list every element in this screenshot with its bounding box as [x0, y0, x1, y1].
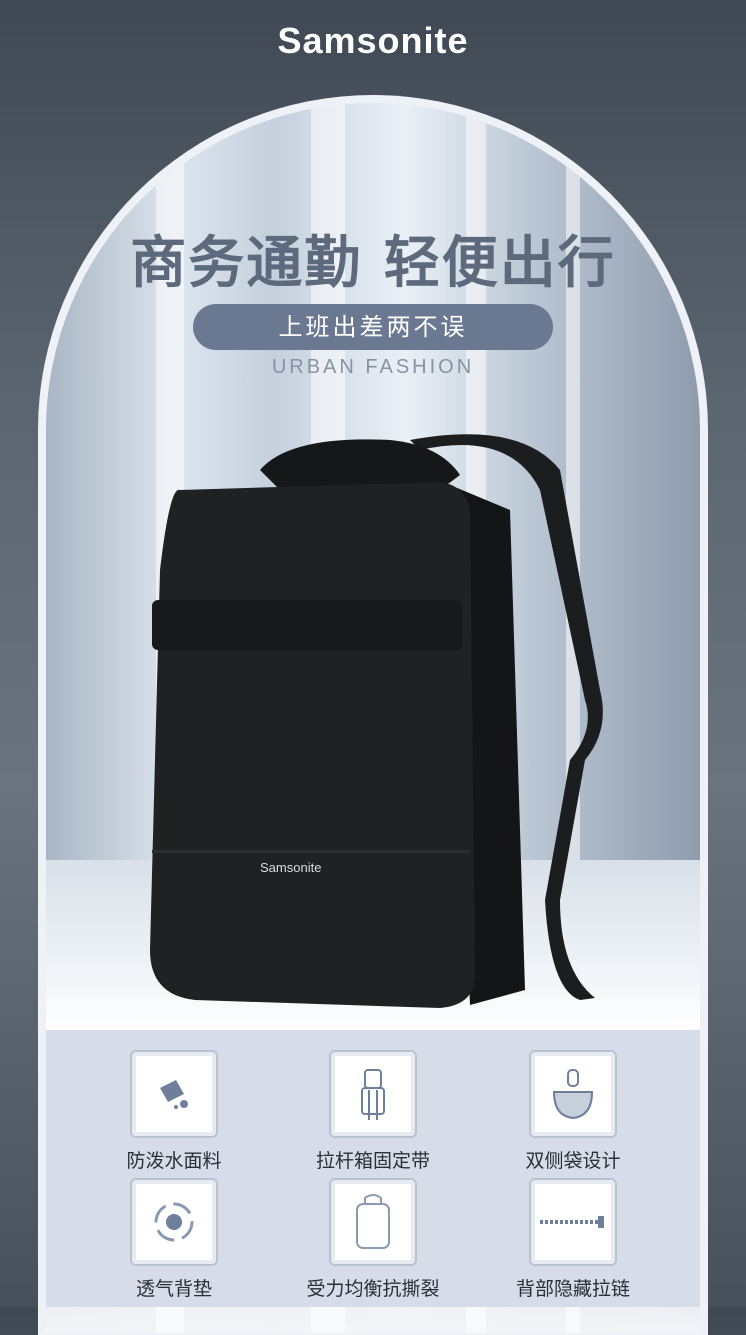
feature-item: 拉杆箱固定带: [273, 1050, 473, 1173]
feature-item: 透气背垫: [74, 1178, 274, 1301]
feature-item: 背部隐藏拉链: [473, 1178, 673, 1301]
luggage-trolley-icon: [329, 1050, 417, 1138]
feature-item: 双侧袋设计: [473, 1050, 673, 1173]
feature-item: 防泼水面料: [74, 1050, 274, 1173]
backpack-outline-icon: [329, 1178, 417, 1266]
feature-label: 防泼水面料: [126, 1150, 222, 1172]
feature-label: 透气背垫: [135, 1278, 212, 1300]
feature-item: 受力均衡抗撕裂: [273, 1178, 473, 1301]
feature-label: 受力均衡抗撕裂: [306, 1278, 440, 1300]
water-splash-icon: [130, 1050, 218, 1138]
zipper-icon: [529, 1178, 617, 1266]
headline: 商务通勤 轻便出行: [130, 231, 616, 296]
feature-label: 背部隐藏拉链: [515, 1278, 630, 1300]
tagline-pill: 上班出差两不误: [193, 304, 553, 350]
feature-label: 双侧袋设计: [525, 1150, 621, 1172]
side-pocket-icon: [529, 1050, 617, 1138]
airflow-icon: [130, 1178, 218, 1266]
backpack-image: Samsonite: [150, 434, 603, 1008]
feature-label: 拉杆箱固定带: [315, 1150, 430, 1172]
brand-logo: Samsonite: [277, 20, 469, 61]
bag-logo: Samsonite: [260, 860, 321, 875]
english-subtitle: URBAN FASHION: [271, 356, 475, 378]
